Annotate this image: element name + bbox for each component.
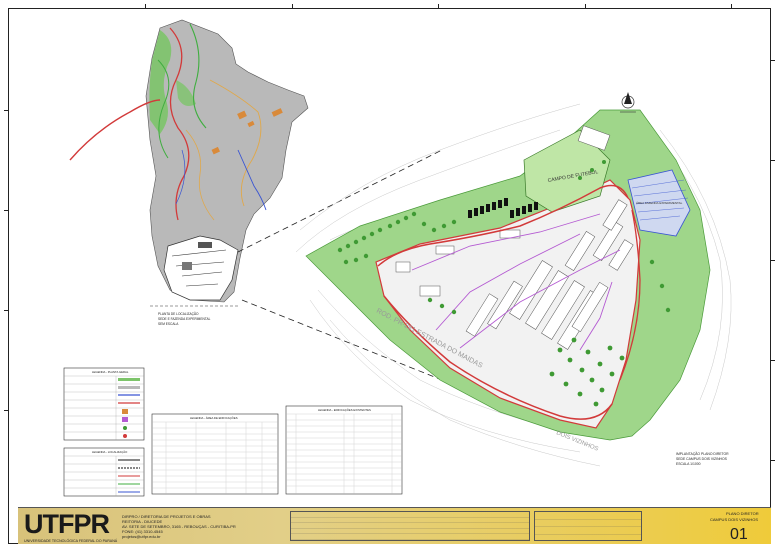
university-name: UNIVERSIDADE TECNOLÓGICA FEDERAL DO PARA…	[24, 539, 118, 543]
utfpr-logo: UTFPR	[24, 509, 110, 539]
svg-text:SEDE CAMPUS DOIS VIZINHOS: SEDE CAMPUS DOIS VIZINHOS	[676, 457, 728, 461]
revision-table	[290, 511, 530, 541]
north-arrow-icon	[620, 92, 636, 113]
svg-text:LEGENDA - EDIFICAÇÕES EXISTENT: LEGENDA - EDIFICAÇÕES EXISTENTES	[318, 407, 371, 412]
svg-text:LEGENDA - ÁREA DE EDIFICAÇÕES: LEGENDA - ÁREA DE EDIFICAÇÕES	[190, 415, 238, 420]
implantation-caption: IMPLANTAÇÃO PLANO DIRETOR SEDE CAMPUS DO…	[676, 451, 729, 466]
title-block: UTFPR UNIVERSIDADE TECNOLÓGICA FEDERAL D…	[18, 507, 771, 544]
dept-line-5: projetos@utfpr.edu.br	[122, 534, 161, 539]
location-plan	[69, 19, 309, 307]
table-building-areas: LEGENDA - ÁREA DE EDIFICAÇÕES	[151, 413, 279, 495]
legend-general: LEGENDA - PLANTA GERAL	[63, 367, 145, 441]
project-title: PLANO DIRETOR	[726, 511, 759, 516]
svg-text:SEDE E FAZENDA EXPERIMENTAL: SEDE E FAZENDA EXPERIMENTAL	[158, 317, 211, 321]
notes-box	[534, 511, 642, 541]
svg-text:LEGENDA - PLANTA GERAL: LEGENDA - PLANTA GERAL	[92, 370, 129, 374]
svg-text:SEM ESCALA: SEM ESCALA	[158, 322, 179, 326]
svg-text:ESCALA 1/1000: ESCALA 1/1000	[676, 462, 701, 466]
svg-text:PLANTA DE LOCALIZAÇÃO: PLANTA DE LOCALIZAÇÃO	[158, 311, 199, 316]
location-plan-caption: PLANTA DE LOCALIZAÇÃO SEDE E FAZENDA EXP…	[158, 311, 211, 326]
site-plan-drawing: CAMPO DE FUTEBOL ROD. PR-281 ESTRADA DO …	[63, 19, 732, 497]
sheet-number: 01	[730, 526, 748, 543]
svg-text:LEGENDA - LOCALIZAÇÃO: LEGENDA - LOCALIZAÇÃO	[92, 449, 128, 454]
drawing-sheet: CAMPO DE FUTEBOL ROD. PR-281 ESTRADA DO …	[0, 0, 781, 552]
table-existing-buildings: LEGENDA - EDIFICAÇÕES EXISTENTES	[285, 405, 403, 495]
svg-text:IMPLANTAÇÃO PLANO DIRETOR: IMPLANTAÇÃO PLANO DIRETOR	[676, 451, 729, 456]
area-label: ÁREA FAZENDA EXPERIMENTAL	[636, 201, 683, 205]
legend-location: LEGENDA - LOCALIZAÇÃO	[63, 447, 145, 497]
project-subtitle: CAMPUS DOIS VIZINHOS	[710, 517, 759, 522]
